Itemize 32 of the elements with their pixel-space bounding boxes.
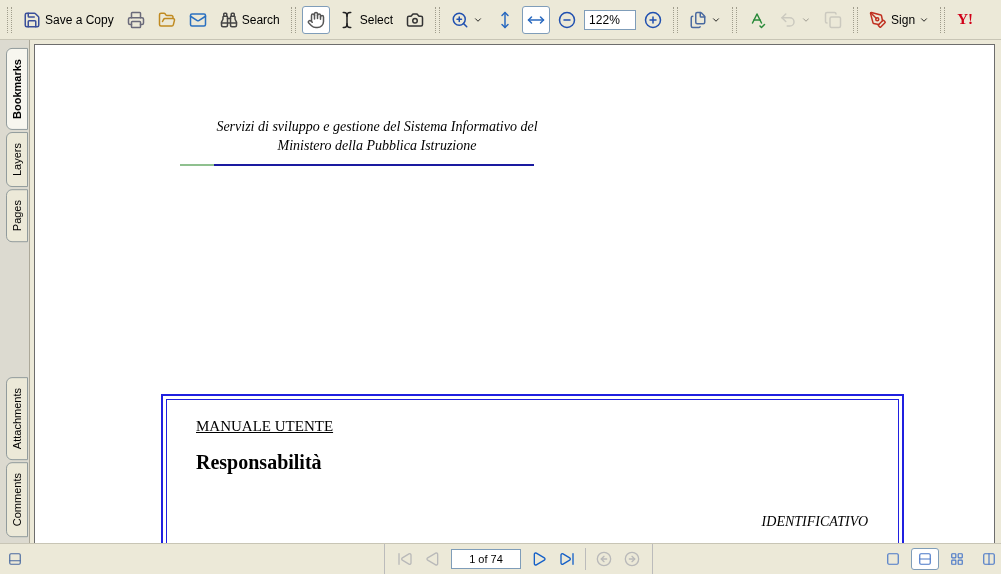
yahoo-logo[interactable]: Y! [951, 11, 979, 28]
hand-icon [306, 10, 325, 29]
last-page-icon [559, 551, 575, 567]
document-title: Responsabilità [196, 451, 322, 474]
continuous-icon [918, 551, 932, 567]
side-tab[interactable]: Pages [6, 188, 28, 243]
grid-icon [950, 551, 964, 567]
tool-button[interactable] [301, 5, 330, 34]
section-heading: MANUALE UTENTE [196, 418, 334, 435]
page-number-field[interactable]: 1 of 74 [451, 549, 521, 569]
select-tool-button[interactable]: Select [332, 5, 399, 34]
forward-icon [624, 551, 640, 567]
zoom-field[interactable]: 122% [584, 9, 637, 30]
next-page-icon [531, 551, 547, 567]
side-tab[interactable]: Comments [6, 461, 28, 537]
toolbar-button[interactable]: Sign [864, 5, 935, 34]
header-text: Ministero della Pubblica Istruzione [277, 137, 477, 155]
two-columns-icon [982, 551, 996, 567]
first-page-icon [397, 551, 413, 567]
identifier-label: IDENTIFICATIVO [761, 514, 868, 530]
back-icon [596, 551, 612, 567]
page-layout-button[interactable] [911, 548, 939, 570]
toolbar-button[interactable]: Save a Copy [18, 5, 119, 34]
toolbar-button[interactable]: Search [214, 5, 285, 34]
camera-icon [406, 10, 425, 29]
side-tab[interactable]: Bookmarks [6, 48, 28, 130]
side-tab[interactable]: Attachments [6, 376, 28, 460]
single-page-icon [886, 551, 900, 567]
side-tab[interactable]: Layers [6, 131, 28, 187]
panel-icon [8, 552, 22, 566]
header-text: Servizi di sviluppo e gestione del Sistema Informativo del [216, 118, 538, 136]
previous-page-icon [425, 551, 441, 567]
